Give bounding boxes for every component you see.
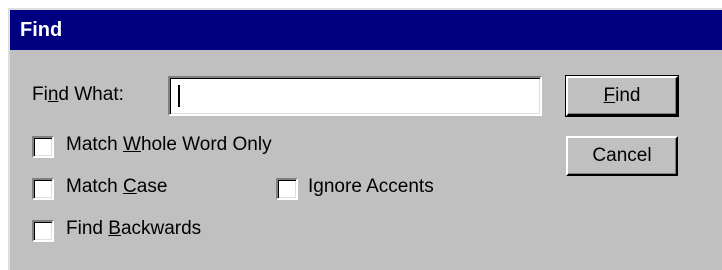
cancel-button[interactable]: Cancel: [566, 136, 678, 176]
dialog-title: Find: [10, 10, 722, 50]
find-backwards-checkbox[interactable]: [32, 220, 54, 242]
text-caret: [178, 85, 180, 107]
match-whole-word-checkbox[interactable]: [32, 136, 54, 158]
find-dialog: Find Find What: Find Cancel Match Whole …: [8, 8, 722, 270]
find-what-label: Find What:: [32, 84, 124, 105]
match-case-label[interactable]: Match Case: [66, 176, 167, 198]
find-what-input[interactable]: [168, 76, 542, 116]
find-backwards-label[interactable]: Find Backwards: [66, 218, 201, 240]
find-button[interactable]: Find: [565, 75, 679, 117]
match-whole-word-label[interactable]: Match Whole Word Only: [66, 134, 272, 156]
ignore-accents-label[interactable]: Ignore Accents: [308, 176, 434, 198]
ignore-accents-checkbox[interactable]: [276, 178, 298, 200]
match-case-checkbox[interactable]: [32, 178, 54, 200]
